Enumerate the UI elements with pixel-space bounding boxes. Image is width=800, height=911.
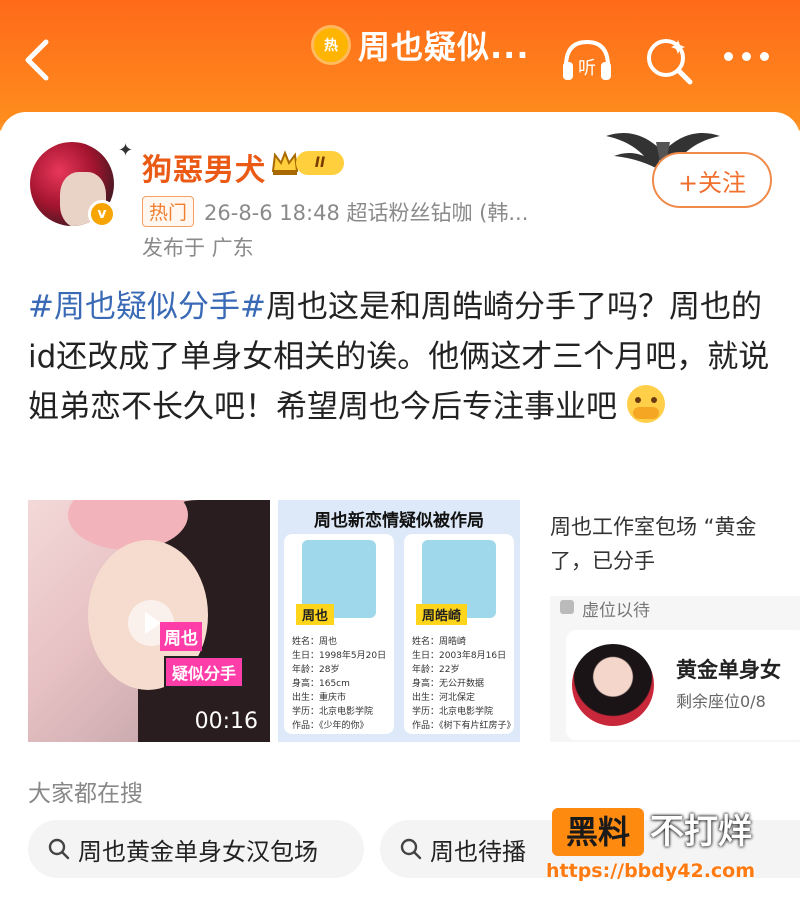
post-time-source: 26-8-6 18:48 超话粉丝钻咖 (韩... xyxy=(204,200,529,225)
profile-panel-right: 周皓崎 姓名：周皓崎 生日：2003年8月16日 年龄：22岁 身高：无公开数据… xyxy=(404,534,516,734)
svg-text:听: 听 xyxy=(578,58,596,79)
profile-name-tag: 周皓崎 xyxy=(416,604,468,625)
video-thumbnail[interactable]: 周也 疑似分手 00:16 xyxy=(28,500,270,742)
emoji-icon xyxy=(626,385,665,423)
topic-link[interactable]: #周也疑似分手# xyxy=(28,289,266,325)
profile-line: 年龄：28岁 xyxy=(292,665,340,675)
profile-line: 作品：《树下有片红房子》 xyxy=(412,721,516,731)
profile-line: 学历：北京电影学院 xyxy=(292,707,374,717)
third-image-text: 周也工作室包场 “黄金 了，已分手 xyxy=(550,515,757,573)
third-image[interactable]: 虚位以待 黄金单身女 剩余座位0/8 xyxy=(550,596,800,742)
post-body: #周也疑似分手#周也这是和周皓崎分手了吗？周也的id还改成了单身女相关的诶。他俩… xyxy=(28,282,770,432)
profile-line: 姓名：周也 xyxy=(292,637,338,647)
profile-panel-left: 周也 姓名：周也 生日：1998年5月20日 年龄：28岁 身高：165cm 出… xyxy=(284,534,394,734)
post-location: 发布于 广东 xyxy=(142,236,254,260)
listen-icon[interactable]: 听 xyxy=(560,36,614,84)
profile-line: 生日：1998年5月20日 xyxy=(292,651,387,661)
search-chip-label: 周也待播 xyxy=(430,837,526,866)
level-badge: II xyxy=(270,146,350,180)
watermark-url: https://bbdy42.com xyxy=(546,860,756,882)
video-caption-text: 疑似分手 xyxy=(164,656,245,688)
profile-line: 姓名：周皓崎 xyxy=(412,637,467,647)
search-icon[interactable] xyxy=(642,34,696,86)
profile-line: 作品：《少年的你》 xyxy=(292,721,369,731)
profile-line: 身高：无公开数据 xyxy=(412,679,485,689)
profile-name-tag: 周也 xyxy=(296,604,335,625)
event-seats: 剩余座位0/8 xyxy=(676,692,766,711)
watermark-block: 黑料 xyxy=(552,808,644,856)
page-title: 周也疑似... xyxy=(358,28,530,66)
follow-button[interactable]: +关注 xyxy=(652,152,772,208)
search-icon xyxy=(400,838,422,860)
profile-line: 出生：重庆市 xyxy=(292,693,347,703)
infographic-image[interactable]: 周也新恋情疑似被作局 周也 姓名：周也 生日：1998年5月20日 年龄：28岁… xyxy=(278,500,520,742)
trending-search-label: 大家都在搜 xyxy=(28,781,143,807)
top-bar: 热 周也疑似... 听 xyxy=(0,0,800,120)
placeholder-label: 虚位以待 xyxy=(582,601,650,621)
search-chip[interactable]: 周也黄金单身女汉包场 xyxy=(28,820,364,878)
video-caption-name: 周也 xyxy=(160,622,202,651)
watermark-text: 不打烊 xyxy=(650,812,752,852)
hot-badge-icon: 热 xyxy=(314,28,348,62)
search-chip-label: 周也黄金单身女汉包场 xyxy=(78,837,318,866)
profile-line: 出生：河北保定 xyxy=(412,693,476,703)
post-meta: 热门 26-8-6 18:48 超话粉丝钻咖 (韩... xyxy=(142,196,528,227)
video-duration: 00:16 xyxy=(194,709,258,734)
watermark: 黑料 不打烊 https://bbdy42.com xyxy=(546,806,786,886)
author-name[interactable]: 狗惡男犬 xyxy=(142,145,266,189)
title-area: 热 周也疑似... xyxy=(314,22,529,68)
event-title: 黄金单身女 xyxy=(676,658,781,682)
portrait-image xyxy=(572,644,654,726)
verified-badge-icon: v xyxy=(88,200,116,228)
profile-line: 身高：165cm xyxy=(292,679,350,689)
hot-tag: 热门 xyxy=(142,196,195,227)
profile-line: 生日：2003年8月16日 xyxy=(412,651,507,661)
sparkle-icon: ✦ xyxy=(118,140,134,161)
more-icon[interactable] xyxy=(724,52,774,64)
infographic-heading: 周也新恋情疑似被作局 xyxy=(314,511,484,531)
level-label: II xyxy=(296,151,344,175)
back-icon[interactable] xyxy=(22,38,52,82)
lock-icon xyxy=(560,600,574,614)
profile-line: 学历：北京电影学院 xyxy=(412,707,494,717)
search-icon xyxy=(48,838,70,860)
profile-line: 年龄：22岁 xyxy=(412,665,460,675)
